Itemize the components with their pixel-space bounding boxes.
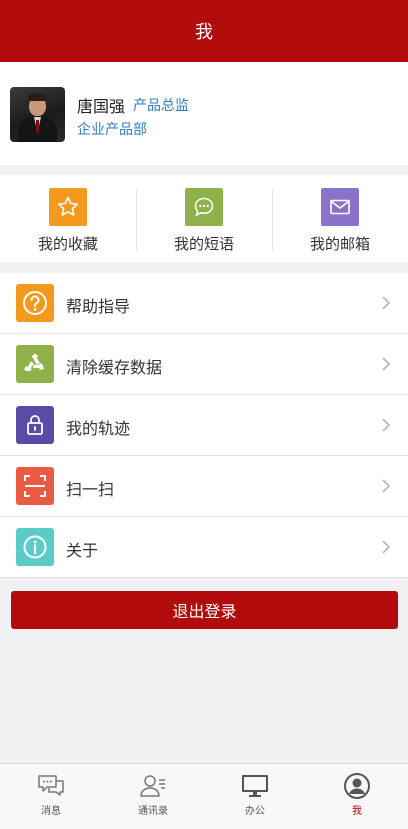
menu-item-scan[interactable]: 扫一扫: [0, 456, 408, 517]
settings-menu: 帮助指导 清除缓存数据 我的轨迹 扫一扫 关于: [0, 273, 408, 578]
phrases-button[interactable]: 我的短语: [136, 175, 272, 262]
avatar[interactable]: [10, 87, 65, 142]
tab-label-contacts: 通讯录: [138, 806, 168, 817]
page-title: 我: [195, 22, 213, 43]
phrases-label: 我的短语: [173, 235, 234, 253]
message-icon: [36, 772, 66, 800]
bottom-tab-bar: 消息 通讯录 办公 我: [0, 763, 408, 829]
mail-icon: [321, 188, 359, 226]
menu-label-track: 我的轨迹: [66, 419, 131, 438]
recycle-icon: [16, 345, 54, 383]
monitor-icon: [240, 772, 270, 800]
menu-label-clear-cache: 清除缓存数据: [66, 358, 163, 377]
chevron-right-icon: [382, 357, 391, 371]
favorites-label: 我的收藏: [37, 235, 98, 253]
mailbox-label: 我的邮箱: [309, 235, 370, 253]
chat-bubble-icon: [185, 188, 223, 226]
contacts-icon: [138, 772, 168, 800]
tab-label-office: 办公: [245, 806, 265, 817]
menu-item-about[interactable]: 关于: [0, 517, 408, 578]
lock-icon: [16, 406, 54, 444]
chevron-right-icon: [382, 418, 391, 432]
tab-label-me: 我: [352, 806, 362, 817]
quick-actions: 我的收藏 我的短语 我的邮箱: [0, 175, 408, 262]
menu-item-help[interactable]: 帮助指导: [0, 273, 408, 334]
profile-card[interactable]: 唐国强 产品总监 企业产品部: [0, 62, 408, 165]
star-icon: [49, 188, 87, 226]
favorites-button[interactable]: 我的收藏: [0, 175, 136, 262]
info-icon: [16, 528, 54, 566]
menu-item-clear-cache[interactable]: 清除缓存数据: [0, 334, 408, 395]
user-name: 唐国强: [77, 97, 126, 116]
tab-contacts[interactable]: 通讯录: [102, 764, 204, 829]
top-bar: 我: [0, 0, 408, 62]
logout-button[interactable]: 退出登录: [11, 591, 398, 629]
menu-item-track[interactable]: 我的轨迹: [0, 395, 408, 456]
user-icon: [342, 772, 372, 800]
menu-label-scan: 扫一扫: [66, 480, 115, 499]
user-title: 产品总监: [133, 98, 189, 114]
user-department: 企业产品部: [77, 122, 147, 138]
chevron-right-icon: [382, 540, 391, 554]
help-icon: [16, 284, 54, 322]
tab-me[interactable]: 我: [306, 764, 408, 829]
tab-office[interactable]: 办公: [204, 764, 306, 829]
mailbox-button[interactable]: 我的邮箱: [272, 175, 408, 262]
menu-label-help: 帮助指导: [66, 297, 131, 316]
menu-label-about: 关于: [66, 541, 99, 560]
scan-icon: [16, 467, 54, 505]
chevron-right-icon: [382, 296, 391, 310]
tab-label-messages: 消息: [41, 806, 61, 817]
chevron-right-icon: [382, 479, 391, 493]
tab-messages[interactable]: 消息: [0, 764, 102, 829]
